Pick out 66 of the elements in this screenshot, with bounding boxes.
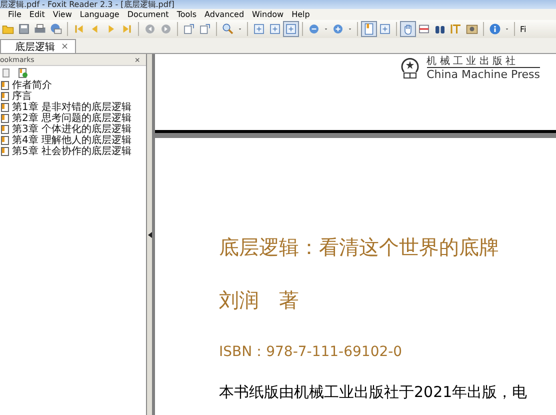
- bookmark-item[interactable]: 第1章 是非对错的底层逻辑: [1, 102, 146, 113]
- collapse-arrow-icon[interactable]: [148, 232, 152, 238]
- close-icon[interactable]: ×: [61, 42, 69, 52]
- fit-page-icon: [379, 23, 391, 35]
- forward-icon: [160, 23, 172, 35]
- book-title: 底层逻辑：看清这个世界的底牌: [219, 234, 499, 261]
- add-bookmark-icon[interactable]: [18, 68, 28, 78]
- tab-title: 底层逻辑: [15, 40, 55, 54]
- save-icon: [18, 23, 30, 35]
- fit-page-icon: [269, 23, 281, 35]
- window-title: 层逻辑.pdf - Foxit Reader 2.3 - [底层逻辑.pdf]: [0, 0, 556, 9]
- zoom-icon: [222, 23, 234, 35]
- close-button[interactable]: ×: [134, 54, 140, 64]
- publisher-name: 机 械 工 业 出 版 社: [426, 56, 540, 68]
- info-icon: [489, 23, 501, 35]
- text-select-icon: [450, 23, 462, 35]
- fit-page-button[interactable]: [377, 21, 393, 37]
- print-icon: [34, 23, 46, 35]
- bookmark-item[interactable]: 第3章 个体进化的底层逻辑: [1, 124, 146, 135]
- page-icon[interactable]: [2, 68, 12, 78]
- bookmark-item[interactable]: 序言: [1, 91, 146, 102]
- snapshot-icon: [466, 23, 478, 35]
- hand-button[interactable]: [400, 21, 416, 37]
- publisher-name: China Machine Press: [426, 68, 540, 81]
- book-author: 刘润 著: [219, 287, 299, 314]
- menu-item[interactable]: Window: [248, 10, 288, 19]
- back-icon: [144, 23, 156, 35]
- first-page-icon: [73, 23, 85, 35]
- single-page-icon: [363, 23, 375, 35]
- hand-icon: [402, 23, 414, 35]
- rotate-page-button[interactable]: [181, 21, 197, 37]
- menu-item[interactable]: View: [48, 10, 76, 19]
- menu-item[interactable]: Document: [123, 10, 173, 19]
- folder-icon: [2, 23, 14, 35]
- last-page-icon: [121, 23, 133, 35]
- fit-page-button[interactable]: [251, 21, 267, 37]
- rotate-page-icon: [199, 23, 211, 35]
- rotate-page-button[interactable]: [197, 21, 213, 37]
- save-button[interactable]: [16, 21, 32, 37]
- emblem-icon: [398, 56, 421, 80]
- binoculars-icon: [434, 23, 446, 35]
- menu-item[interactable]: Help: [288, 10, 314, 19]
- isbn-text: ISBN：978-7-111-69102-0: [219, 343, 402, 361]
- body-text: 本书纸版由机械工业出版社于2021年出版，电: [219, 383, 528, 402]
- menu-item[interactable]: Language: [76, 10, 124, 19]
- fit-page-icon: [285, 23, 297, 35]
- zoom-out-icon: [308, 23, 320, 35]
- bookmark-item[interactable]: 第4章 理解他人的底层逻辑: [1, 135, 146, 146]
- toolbar-label: Fi: [520, 24, 526, 34]
- menu-item[interactable]: Edit: [25, 10, 49, 19]
- bookmark-item[interactable]: 作者简介: [1, 80, 146, 91]
- rotate-page-icon: [183, 23, 195, 35]
- fit-page-icon: [253, 23, 265, 35]
- bookmark-item[interactable]: 第5章 社会协作的底层逻辑: [1, 146, 146, 157]
- select-icon: [418, 23, 430, 35]
- menu-item[interactable]: File: [4, 10, 26, 19]
- fit-page-button[interactable]: [283, 21, 299, 37]
- zoom-in-icon: [332, 23, 344, 35]
- fit-page-button[interactable]: [267, 21, 283, 37]
- bookmark-item[interactable]: 第2章 思考问题的底层逻辑: [1, 113, 146, 124]
- info-button[interactable]: [487, 21, 503, 37]
- document-tab[interactable]: 底层逻辑 ×: [0, 39, 76, 53]
- menu-item[interactable]: Tools: [172, 10, 201, 19]
- menu-item[interactable]: Advanced: [200, 10, 248, 19]
- single-page-button[interactable]: [361, 21, 377, 37]
- zoom-button[interactable]: [220, 21, 236, 37]
